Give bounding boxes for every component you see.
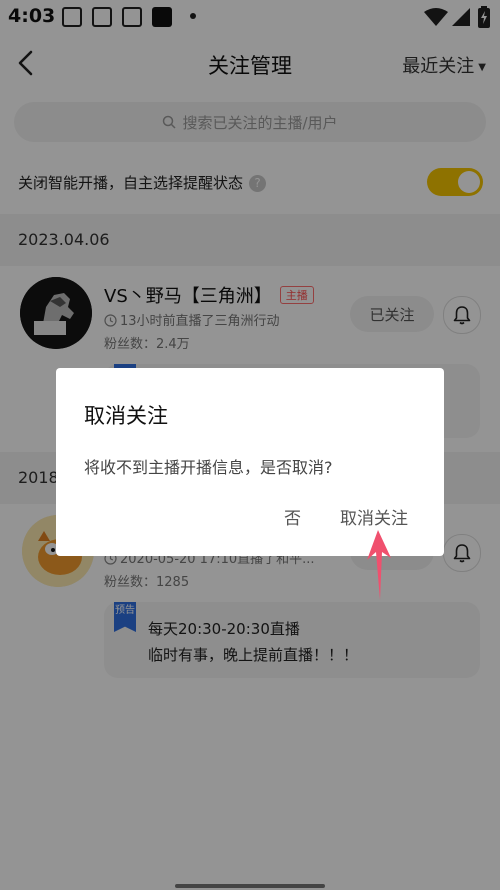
cancel-button[interactable]: 否	[284, 504, 301, 529]
home-indicator	[175, 884, 325, 888]
dialog-title: 取消关注	[84, 404, 168, 428]
pointer-arrow-icon	[367, 530, 391, 600]
dialog-message: 将收不到主播开播信息，是否取消?	[84, 458, 333, 477]
